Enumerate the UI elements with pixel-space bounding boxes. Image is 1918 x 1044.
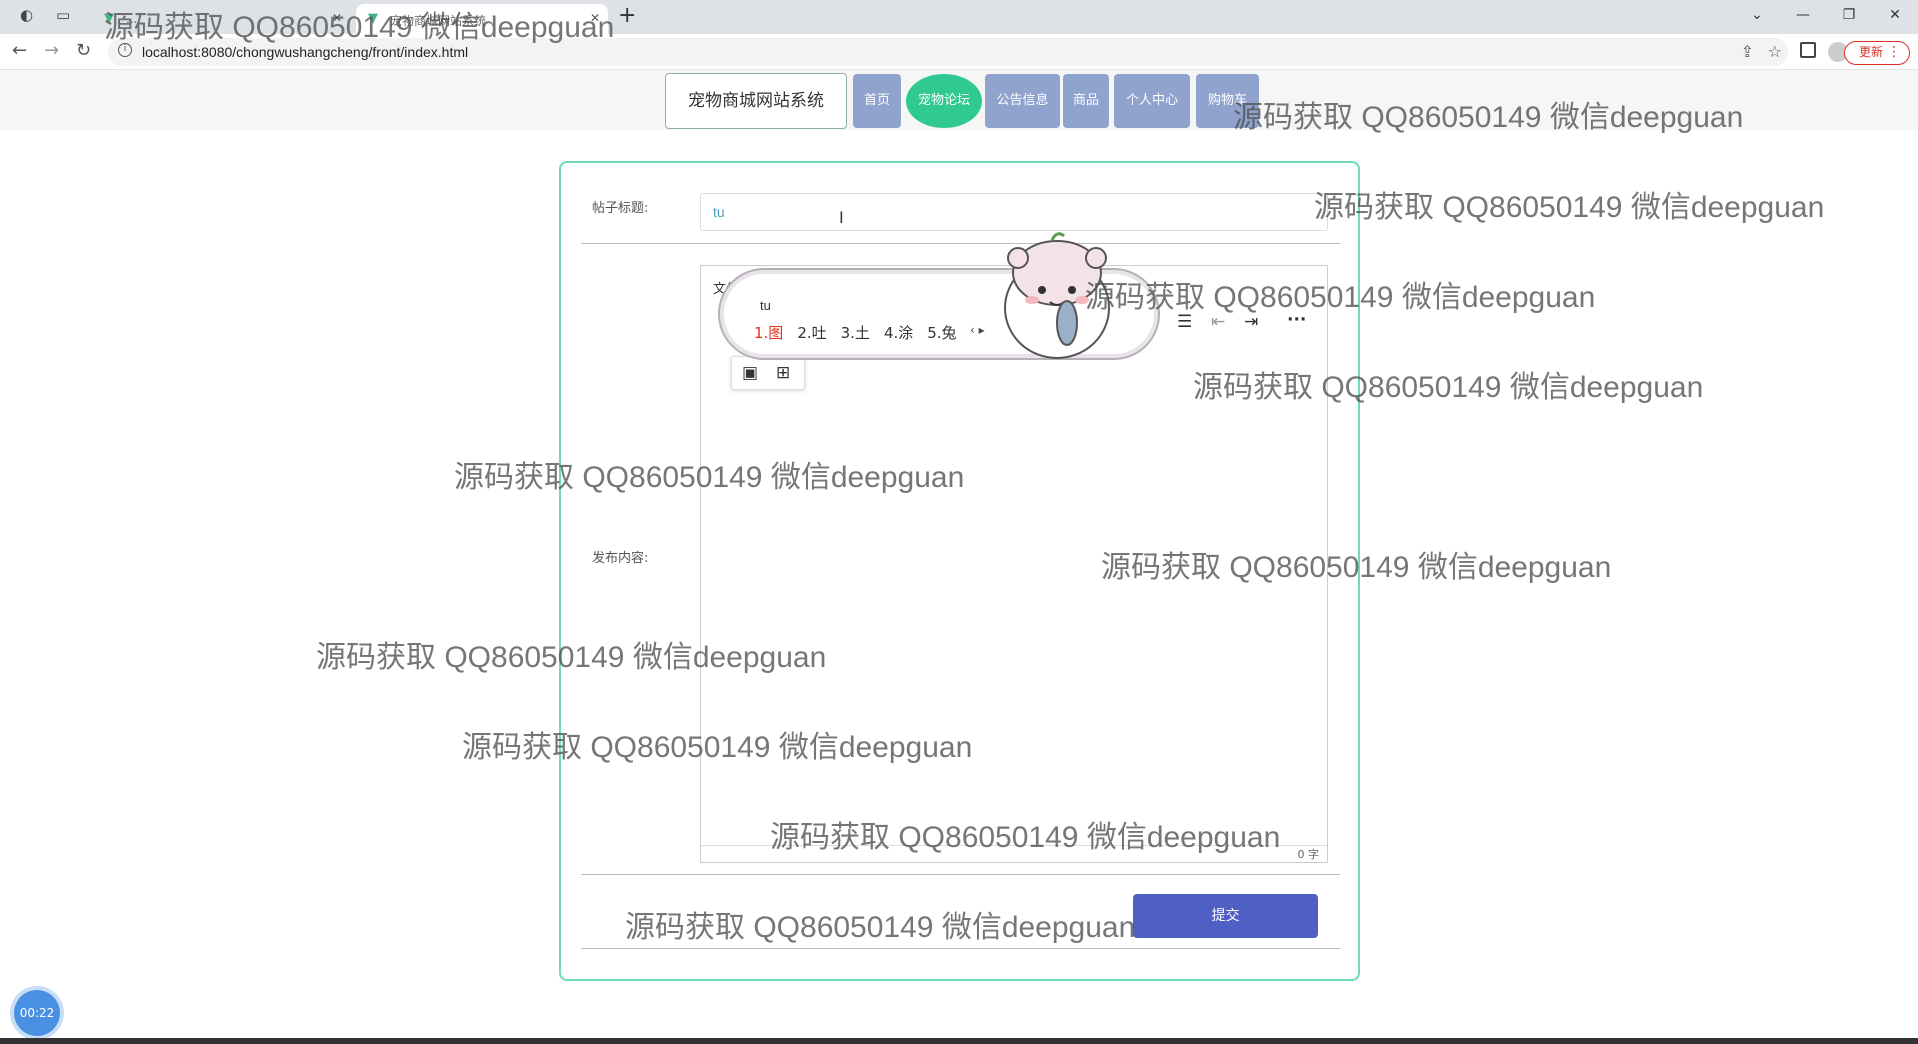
ime-page-arrows-icon[interactable]: ‹ ▸ — [970, 323, 985, 337]
divider — [581, 874, 1340, 875]
site-brand[interactable]: 宠物商城网站系统 — [665, 73, 847, 129]
text-cursor-icon: I — [839, 208, 844, 227]
nav-cart[interactable]: 购物车 — [1196, 74, 1259, 128]
browser-tab-2[interactable]: ▼ 宠物商城网站系统 ✕ — [356, 4, 608, 34]
ime-candidate[interactable]: 5.兔 — [927, 322, 956, 343]
ime-mascot-icon — [1004, 232, 1110, 359]
window-controls: ⌄ — ❐ ✕ — [1734, 0, 1918, 34]
site-info-icon[interactable]: i — [118, 43, 132, 57]
insert-image-icon[interactable]: ▣ — [742, 363, 758, 383]
tab-search-icon[interactable]: ⌄ — [1734, 0, 1780, 34]
reload-icon[interactable]: ↻ — [76, 40, 91, 61]
close-tab-icon[interactable]: ✕ — [590, 11, 600, 25]
nav-home[interactable]: 首页 — [853, 74, 901, 128]
divider — [581, 948, 1340, 949]
justify-icon[interactable]: ☰ — [1177, 312, 1192, 332]
browser-tab-1[interactable]: ▼ ... ✕ — [92, 4, 350, 34]
content-label: 发布内容: — [592, 551, 649, 566]
post-title-input[interactable]: tu — [700, 193, 1328, 231]
url-field[interactable]: i localhost:8080/chongwushangcheng/front… — [108, 38, 1788, 66]
title-label: 帖子标题: — [592, 201, 649, 216]
insert-table-icon[interactable]: ⊞ — [776, 363, 790, 383]
side-panel-icon[interactable] — [1800, 42, 1816, 58]
browser-menu-icon[interactable]: ◐ — [20, 6, 33, 24]
nav-forum[interactable]: 宠物论坛 — [906, 74, 982, 128]
ime-candidate[interactable]: 4.涂 — [884, 322, 913, 343]
editor-status-divider — [701, 845, 1327, 846]
ime-candidate[interactable]: 2.吐 — [797, 322, 826, 343]
nav-products[interactable]: 商品 — [1063, 74, 1109, 128]
share-icon[interactable]: ⇪ — [1741, 42, 1754, 61]
tab-group-icon[interactable]: ▭ — [56, 6, 70, 24]
close-tab-icon[interactable]: ✕ — [332, 11, 342, 25]
url-text: localhost:8080/chongwushangcheng/front/i… — [142, 44, 469, 60]
close-window-icon[interactable]: ✕ — [1872, 0, 1918, 34]
browser-tab-bar: ◐ ▭ ▼ ... ✕ ▼ 宠物商城网站系统 ✕ + ⌄ — ❐ ✕ — [0, 0, 1918, 34]
watermark-text: 源码获取 QQ86050149 微信deepguan — [1314, 191, 1825, 224]
ime-candidate-list: 1.图 2.吐 3.土 4.涂 5.兔 — [754, 322, 957, 343]
vue-favicon-icon: ▼ — [368, 11, 378, 26]
divider — [581, 243, 1340, 244]
insert-popover: ▣ ⊞ — [731, 356, 805, 390]
submit-button[interactable]: 提交 — [1133, 894, 1318, 938]
minimize-icon[interactable]: — — [1780, 0, 1826, 34]
nav-notices[interactable]: 公告信息 — [985, 74, 1060, 128]
outdent-icon[interactable]: ⇤ — [1211, 312, 1225, 332]
ime-candidate[interactable]: 3.土 — [841, 322, 870, 343]
more-icon[interactable]: ··· — [1287, 310, 1306, 330]
address-bar: ← → ↻ i localhost:8080/chongwushangcheng… — [0, 34, 1918, 70]
ime-composition: tu — [760, 298, 771, 313]
nav-personal-center[interactable]: 个人中心 — [1114, 74, 1190, 128]
recording-timer: 00:22 — [14, 990, 60, 1036]
bookmark-star-icon[interactable]: ☆ — [1768, 42, 1782, 61]
back-icon[interactable]: ← — [12, 40, 27, 61]
taskbar-edge — [0, 1038, 1918, 1044]
restore-icon[interactable]: ❐ — [1826, 0, 1872, 34]
vue-favicon-icon: ▼ — [104, 11, 114, 26]
char-counter: 0 字 — [1297, 848, 1320, 861]
indent-icon[interactable]: ⇥ — [1244, 312, 1258, 332]
forward-icon[interactable]: → — [44, 40, 59, 61]
ime-candidate[interactable]: 1.图 — [754, 322, 783, 343]
new-tab-icon[interactable]: + — [618, 3, 636, 28]
update-button[interactable]: 更新 — [1843, 41, 1910, 65]
